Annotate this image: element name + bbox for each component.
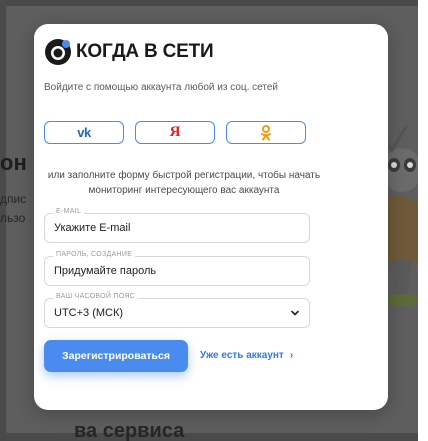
email-placeholder: Укажите E-mail bbox=[54, 222, 131, 234]
logo: КОГДА В СЕТИ bbox=[44, 37, 214, 67]
odnoklassniki-icon bbox=[261, 124, 271, 140]
password-placeholder: Придумайте пароль bbox=[54, 265, 157, 277]
logo-text: КОГДА В СЕТИ bbox=[76, 41, 214, 62]
register-button[interactable]: Зарегистрироваться bbox=[44, 340, 188, 372]
background-heading: он bbox=[0, 150, 27, 175]
social-login-buttons: vk Я bbox=[44, 121, 306, 144]
chevron-right-icon: › bbox=[289, 350, 294, 361]
email-label: E-MAIL bbox=[53, 208, 85, 215]
yandex-icon: Я bbox=[169, 124, 181, 140]
hint-line: мониторинг интересующего вас аккаунта bbox=[88, 185, 280, 196]
login-link[interactable]: Уже есть аккаунт › bbox=[200, 350, 293, 361]
eye-logo-icon bbox=[45, 39, 71, 65]
vk-login-button[interactable]: vk bbox=[44, 121, 124, 144]
background-text: дпис bbox=[0, 192, 27, 206]
chevron-down-icon bbox=[291, 310, 299, 316]
timezone-select[interactable]: ВАШ ЧАСОВОЙ ПОЯС UTC+3 (МСК) bbox=[44, 293, 310, 328]
login-link-label: Уже есть аккаунт bbox=[200, 350, 284, 361]
password-label: ПАРОЛЬ, СОЗДАНИЕ bbox=[53, 251, 136, 258]
yandex-login-button[interactable]: Я bbox=[135, 121, 215, 144]
password-field[interactable]: ПАРОЛЬ, СОЗДАНИЕ Придумайте пароль bbox=[44, 251, 310, 286]
background-bottom-heading: ва сервиса bbox=[74, 420, 185, 441]
vk-icon: vk bbox=[77, 125, 91, 140]
social-login-subtitle: Войдите с помощью аккаунта любой из соц.… bbox=[44, 82, 279, 93]
page-edge bbox=[418, 0, 428, 441]
email-field[interactable]: E-MAIL Укажите E-mail bbox=[44, 208, 310, 243]
odnoklassniki-login-button[interactable] bbox=[226, 121, 306, 144]
hint-line: или заполните форму быстрой регистрации,… bbox=[47, 170, 321, 181]
timezone-label: ВАШ ЧАСОВОЙ ПОЯС bbox=[53, 293, 139, 300]
timezone-value: UTC+3 (МСК) bbox=[54, 307, 124, 319]
background-text: льзо bbox=[0, 211, 26, 225]
registration-hint: или заполните форму быстрой регистрации,… bbox=[44, 168, 324, 198]
